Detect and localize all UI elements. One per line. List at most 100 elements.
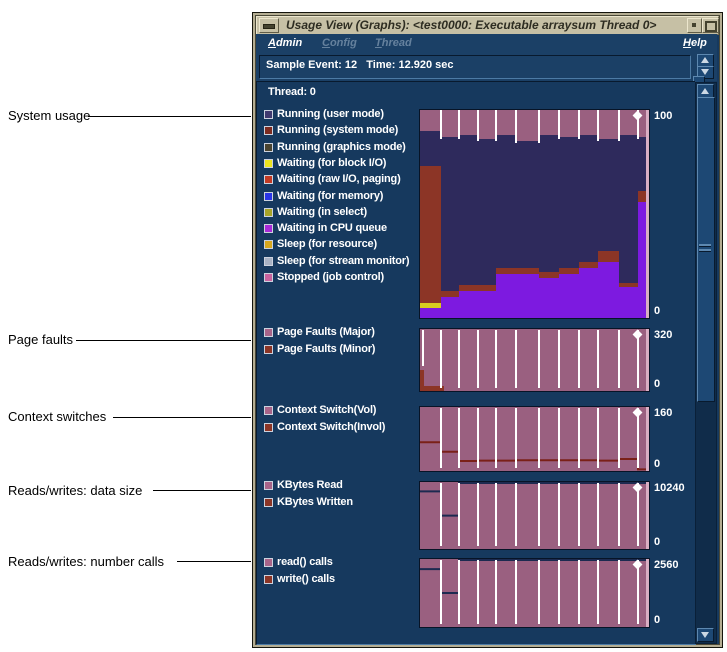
menu-admin[interactable]: Admin	[268, 37, 302, 49]
legend-label: Waiting (raw I/O, paging)	[277, 173, 401, 186]
area-segment-waiting-cpu-queue	[619, 286, 638, 318]
callout-page-faults: Page faults	[8, 332, 74, 347]
sample-separator	[477, 408, 479, 468]
sample-separator	[578, 110, 580, 140]
scale-max-label: 10240	[654, 482, 685, 494]
area-segment-waiting-cpu-queue	[459, 290, 478, 318]
area-segment-running-user	[459, 134, 478, 285]
area-segment-running-user	[598, 139, 619, 252]
thumb-grip	[699, 249, 711, 252]
area-segment-running-user	[441, 137, 459, 291]
sample-separator	[440, 560, 442, 624]
sample-separator	[458, 110, 460, 140]
window-menu-dash-icon	[263, 24, 275, 29]
chart-system-usage[interactable]	[419, 109, 650, 319]
legend-label: Sleep (for resource)	[277, 238, 377, 251]
chart-calls[interactable]	[419, 558, 650, 628]
menu-thread[interactable]: Thread	[375, 37, 412, 49]
scale-zero-label: 0	[654, 536, 661, 548]
scale-zero-label: 0	[654, 305, 661, 317]
sample-separator	[538, 483, 540, 546]
sample-separator	[597, 330, 599, 388]
menu-config[interactable]: Config	[322, 37, 357, 49]
sample-separator	[558, 483, 560, 546]
legend-label: Stopped (job control)	[277, 271, 385, 283]
area-segment-running-user	[496, 134, 516, 269]
area-segment-running-system	[638, 191, 646, 202]
scrollbar-down-button[interactable]	[697, 628, 714, 642]
area-segment-waiting-cpu-queue	[559, 274, 579, 318]
chart-context-switches[interactable]	[419, 406, 650, 472]
area-fill	[420, 329, 646, 391]
legend-label: Waiting (for memory)	[277, 189, 384, 202]
sample-separator	[515, 560, 517, 624]
area-segment-running-system	[559, 268, 579, 275]
sample-separator	[597, 560, 599, 624]
area-segment-running-system	[420, 166, 441, 304]
up-arrow-icon	[701, 88, 709, 94]
down-arrow-icon	[701, 69, 709, 75]
up-arrow-icon	[701, 57, 709, 63]
legend-swatch	[264, 175, 273, 185]
sample-separator	[477, 483, 479, 546]
sample-separator	[515, 408, 517, 468]
window-menu-button[interactable]	[259, 18, 279, 33]
callout-line	[153, 490, 251, 491]
sample-separator	[558, 330, 560, 388]
sample-separator	[538, 330, 540, 388]
legend-label: Waiting (in select)	[277, 205, 367, 218]
maximize-icon	[705, 21, 717, 32]
scale-zero-label: 0	[654, 378, 661, 390]
area-segment-running-system	[539, 272, 559, 279]
scale-max-label: 100	[654, 110, 673, 122]
sample-separator	[597, 110, 599, 142]
scale-zero-label: 0	[654, 458, 661, 470]
sample-separator	[440, 110, 442, 140]
sample-separator	[558, 408, 560, 468]
scrollbar-thumb[interactable]	[697, 97, 715, 402]
area-segment-waiting-cpu-queue	[638, 201, 646, 318]
callout-rw-number-calls: Reads/writes: number calls	[8, 554, 165, 569]
thread-label: Thread: 0	[268, 86, 316, 98]
sample-separator	[515, 483, 517, 546]
sample-separator	[458, 560, 460, 624]
sample-separator	[440, 408, 442, 468]
sample-separator	[477, 330, 479, 388]
legend-swatch	[264, 158, 273, 168]
legend-swatch	[264, 191, 273, 201]
menu-help[interactable]: Help	[683, 37, 707, 49]
sample-separator	[538, 110, 540, 144]
sample-separator	[618, 330, 620, 388]
scale-zero-label: 0	[654, 614, 661, 626]
legend-swatch	[264, 423, 273, 432]
sample-separator	[618, 560, 620, 624]
area-segment-waiting-cpu-queue	[598, 261, 619, 318]
maximize-button[interactable]	[702, 18, 719, 33]
callout-line	[113, 417, 251, 418]
sample-separator	[538, 408, 540, 468]
sample-separator	[538, 560, 540, 624]
series-step-line	[420, 441, 646, 471]
down-arrow-icon	[701, 632, 709, 638]
scale-max-label: 160	[654, 407, 673, 419]
legend-swatch	[264, 240, 273, 250]
area-segment-running-user	[516, 141, 539, 269]
area-segment-running-user	[579, 134, 598, 262]
scrollbar-up-button[interactable]	[697, 84, 714, 98]
sample-separator	[440, 483, 442, 546]
legend-swatch	[264, 498, 273, 507]
area-segment-running-user	[420, 130, 441, 167]
legend-label: Sleep (for stream monitor)	[277, 254, 410, 267]
chart-kbytes[interactable]	[419, 481, 650, 550]
sample-separator	[618, 110, 620, 142]
legend-swatch	[264, 126, 273, 136]
callout-context-switches: Context switches	[8, 409, 107, 424]
area-segment-waiting-cpu-queue	[516, 274, 539, 318]
area-segment-waiting-cpu-queue	[496, 274, 516, 318]
area-segment-waiting-block-io	[420, 303, 441, 308]
callout-line	[76, 340, 251, 341]
area-segment-top-band	[516, 110, 539, 142]
minimize-button[interactable]	[687, 18, 702, 33]
chart-page-faults[interactable]	[419, 328, 650, 392]
area-segment-top-band	[441, 110, 459, 138]
